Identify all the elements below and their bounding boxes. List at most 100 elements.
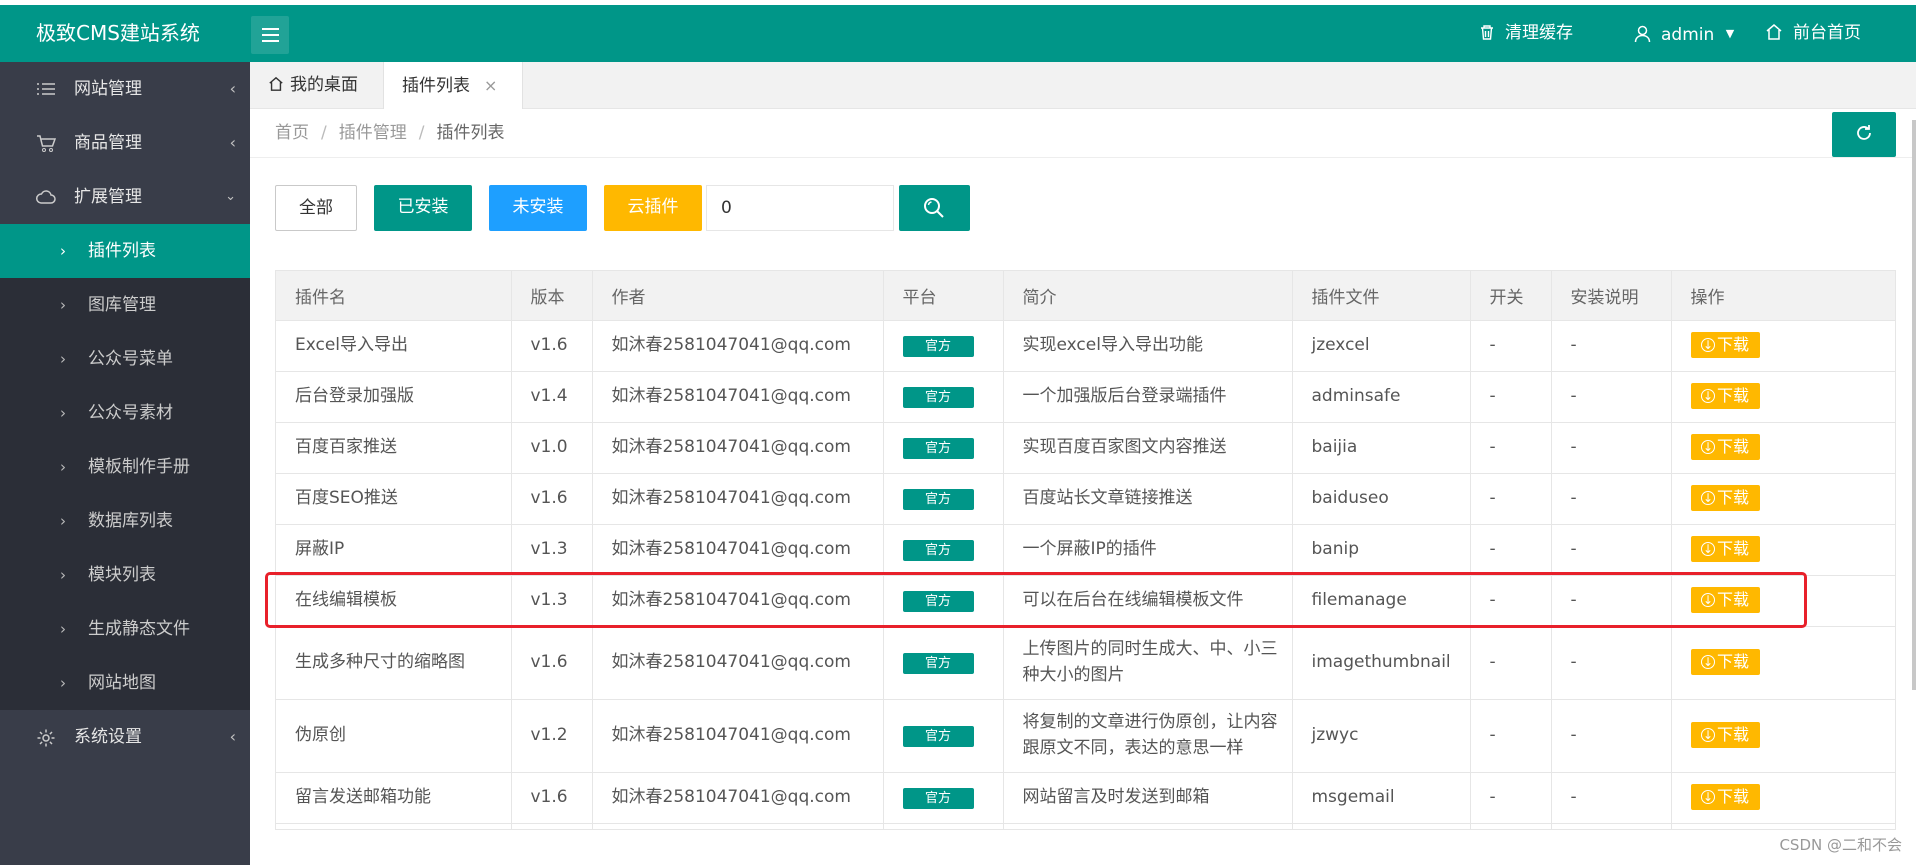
download-icon: ↓ — [1700, 655, 1715, 670]
cell-install: - — [1551, 524, 1672, 576]
cell-name: 百度百家推送 — [276, 422, 512, 474]
sidebar-item-gallery[interactable]: › 图库管理 — [0, 278, 250, 332]
cell-author: 如沐春2581047041@qq.com — [592, 320, 884, 372]
download-button[interactable]: ↓ 下载 — [1690, 722, 1760, 749]
frontend-home-label: 前台首页 — [1793, 23, 1861, 43]
cell-author — [592, 823, 884, 829]
sidebar-submenu: › 插件列表 › 图库管理 › 公众号菜单 › 公众号素材 › 模板制作手册 › 数据库列表… — [0, 224, 250, 710]
close-icon[interactable]: × — [484, 76, 497, 95]
filter-all-button[interactable]: 全部 — [275, 185, 357, 231]
trash-icon — [1481, 25, 1493, 40]
cell-text: - — [1489, 334, 1496, 355]
cell-file: banip — [1292, 524, 1471, 576]
sidebar-item-sitemap[interactable]: › 网站地图 — [0, 656, 250, 710]
clear-cache-link[interactable]: 清理缓存 — [1479, 5, 1573, 62]
cell-platform — [883, 823, 1004, 829]
cell-name: 在线编辑模板 — [276, 575, 512, 627]
cell-platform: 官方 — [883, 575, 1004, 627]
cell-name — [276, 823, 512, 829]
chevron-right-icon: › — [60, 620, 66, 638]
search-button[interactable] — [899, 185, 970, 231]
sidebar-item-label: 公众号素材 — [88, 403, 173, 423]
table-row: 生成多种尺寸的缩略图 v1.6 如沐春2581047041@qq.com 官方 上传图片… — [276, 626, 1895, 700]
download-button[interactable]: ↓ 下载 — [1690, 649, 1760, 676]
user-menu[interactable]: admin ▼ — [1634, 5, 1734, 62]
platform-badge: 官方 — [902, 437, 974, 459]
cell-author: 如沐春2581047041@qq.com — [592, 524, 884, 576]
download-label: 下载 — [1716, 335, 1749, 355]
cell-text: jzwyc — [1311, 724, 1359, 745]
sidebar-item-label: 公众号菜单 — [88, 349, 173, 369]
download-button[interactable]: ↓ 下载 — [1690, 383, 1760, 410]
breadcrumb-plugin-manage[interactable]: 插件管理 — [339, 123, 407, 143]
cell-file: adminsafe — [1292, 371, 1471, 423]
download-button[interactable]: ↓ 下载 — [1690, 587, 1760, 614]
sidebar-item-module-list[interactable]: › 模块列表 — [0, 548, 250, 602]
download-button[interactable]: ↓ 下载 — [1690, 332, 1760, 359]
cell-install — [1551, 823, 1672, 829]
cell-install: - — [1551, 575, 1672, 627]
filter-installed-button[interactable]: 已安装 — [374, 185, 472, 231]
cell-text: - — [1570, 334, 1577, 355]
cell-author: 如沐春2581047041@qq.com — [592, 626, 884, 700]
download-button[interactable]: ↓ 下载 — [1690, 485, 1760, 512]
cell-text: 将复制的文章进行伪原创，让内容跟原文不同，表达的意思一样 — [1022, 712, 1278, 758]
chevron-right-icon: › — [60, 350, 66, 368]
brand-title: 极致CMS建站系统 — [36, 21, 200, 45]
tab-plugin-list[interactable]: 插件列表 × — [384, 62, 523, 109]
sidebar-item-static-files[interactable]: › 生成静态文件 — [0, 602, 250, 656]
cell-action: ↓ 下载 — [1671, 320, 1895, 372]
tab-bar: 我的桌面 插件列表 × — [250, 62, 1916, 109]
filter-cloud-button[interactable]: 云插件 — [604, 185, 702, 231]
cell-switch: - — [1470, 626, 1552, 700]
cell-name: 后台登录加强版 — [276, 371, 512, 423]
breadcrumb: 首页 / 插件管理 / 插件列表 — [275, 110, 504, 157]
sidebar-group-extensions[interactable]: 扩展管理 ⌄ — [0, 170, 250, 224]
cell-text: baijia — [1311, 436, 1358, 457]
menu-toggle-button[interactable] — [251, 16, 289, 54]
filter-uninstalled-button[interactable]: 未安装 — [489, 185, 587, 231]
cell-text: 百度百家推送 — [295, 436, 397, 457]
table-row: Excel导入导出 v1.6 如沐春2581047041@qq.com 官方 实现exc… — [276, 320, 1895, 372]
cell-text: 实现百度百家图文内容推送 — [1022, 436, 1227, 457]
list-icon — [37, 83, 55, 95]
cell-text: v1.3 — [530, 538, 568, 559]
cell-version: v1.6 — [511, 772, 593, 824]
sidebar-item-wechat-material[interactable]: › 公众号素材 — [0, 386, 250, 440]
cell-install: - — [1551, 422, 1672, 474]
user-icon — [1634, 25, 1651, 43]
sidebar-group-settings[interactable]: 系统设置 ‹ — [0, 710, 250, 764]
cell-action: ↓ 下载 — [1671, 699, 1895, 773]
sidebar-item-plugin-list[interactable]: › 插件列表 — [0, 224, 250, 278]
breadcrumb-home[interactable]: 首页 — [275, 123, 309, 143]
platform-badge: 官方 — [902, 539, 974, 561]
frontend-home-link[interactable]: 前台首页 — [1765, 5, 1861, 62]
scrollbar[interactable] — [1912, 120, 1916, 690]
search-input[interactable] — [706, 185, 894, 231]
sidebar-item-template-manual[interactable]: › 模板制作手册 — [0, 440, 250, 494]
download-icon: ↓ — [1700, 593, 1715, 608]
home-icon — [269, 76, 283, 91]
download-button[interactable]: ↓ 下载 — [1690, 536, 1760, 563]
tab-desktop[interactable]: 我的桌面 — [250, 62, 384, 109]
sidebar-group-goods[interactable]: 商品管理 ‹ — [0, 116, 250, 170]
column-header: 平台 — [883, 271, 1004, 321]
sidebar-item-database-list[interactable]: › 数据库列表 — [0, 494, 250, 548]
sidebar-item-wechat-menu[interactable]: › 公众号菜单 — [0, 332, 250, 386]
refresh-button[interactable] — [1832, 112, 1896, 157]
cell-version: v1.6 — [511, 626, 593, 700]
platform-badge: 官方 — [902, 488, 974, 510]
cell-text: v1.0 — [530, 436, 568, 457]
column-header: 插件名 — [276, 271, 512, 321]
cell-text: - — [1570, 538, 1577, 559]
cell-install: - — [1551, 626, 1672, 700]
home-icon — [1766, 24, 1782, 40]
download-button[interactable]: ↓ 下载 — [1690, 784, 1760, 811]
cell-author: 如沐春2581047041@qq.com — [592, 772, 884, 824]
sidebar-group-site[interactable]: 网站管理 ‹ — [0, 62, 250, 116]
platform-badge: 官方 — [902, 386, 974, 408]
sidebar-group-label: 网站管理 — [74, 79, 142, 99]
breadcrumb-current: 插件列表 — [436, 123, 505, 143]
cell-platform: 官方 — [883, 626, 1004, 700]
download-button[interactable]: ↓ 下载 — [1690, 434, 1760, 461]
